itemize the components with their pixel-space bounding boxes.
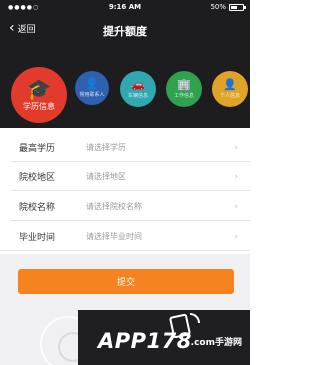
chevron-right-icon: › xyxy=(234,142,238,153)
step-label: 车辆信息 xyxy=(127,92,148,99)
step-work[interactable]: 🏢 工作信息 xyxy=(166,71,202,107)
field-label: 最高学历 xyxy=(19,144,56,154)
education-form: 最高学历 请选择学历 › 院校地区 请选择地区 › 院校名称 请选择院校名称 ›… xyxy=(0,128,250,254)
battery-nub xyxy=(244,6,246,9)
field-label: 院校名称 xyxy=(19,203,56,213)
building-icon: 🏢 xyxy=(177,77,191,91)
field-label: 毕业时间 xyxy=(19,233,56,243)
battery-icon xyxy=(229,4,244,11)
person-icon: 👤 xyxy=(223,77,237,91)
page-title: 提升额度 xyxy=(103,25,147,38)
step-contacts[interactable]: 👤 常用联系人 xyxy=(75,71,109,105)
nav-bar: ‹ 返回 提升额度 xyxy=(0,16,250,44)
watermark-text: APP178 xyxy=(98,329,192,353)
status-bar: ●●●●○ 9:16 AM 50% xyxy=(0,0,250,16)
school-select[interactable]: 请选择院校名称 xyxy=(86,201,142,212)
signal-waves-icon xyxy=(190,313,200,323)
step-label: 个人信息 xyxy=(219,92,240,99)
watermark-subtext: .com手游网 xyxy=(190,338,242,348)
form-row-region[interactable]: 院校地区 请选择地区 › xyxy=(0,162,250,191)
field-label: 院校地区 xyxy=(19,173,56,183)
step-label: 常用联系人 xyxy=(79,91,105,98)
step-label: 学历信息 xyxy=(23,101,55,111)
degree-select[interactable]: 请选择学历 xyxy=(86,142,126,153)
contact-icon: 👤 xyxy=(85,76,99,90)
step-vehicle[interactable]: 🚗 车辆信息 xyxy=(120,71,156,107)
graduation-select[interactable]: 请选择毕业时间 xyxy=(86,231,142,242)
step-selector: 🎓 学历信息 👤 常用联系人 🚗 车辆信息 🏢 工作信息 👤 个人信息 xyxy=(0,50,250,128)
submit-button[interactable]: 提交 xyxy=(18,269,234,294)
step-education[interactable]: 🎓 学历信息 xyxy=(11,67,67,123)
chevron-right-icon: › xyxy=(234,201,238,212)
watermark-logo: APP178 .com手游网 xyxy=(78,310,250,365)
region-select[interactable]: 请选择地区 xyxy=(86,171,126,182)
battery-percentage: 50% xyxy=(210,3,226,11)
step-personal[interactable]: 👤 个人信息 xyxy=(212,71,248,107)
graduation-cap-icon: 🎓 xyxy=(26,76,52,101)
form-row-degree[interactable]: 最高学历 请选择学历 › xyxy=(0,133,250,162)
car-icon: 🚗 xyxy=(131,77,145,91)
form-row-school[interactable]: 院校名称 请选择院校名称 › xyxy=(0,192,250,221)
chevron-right-icon: › xyxy=(234,231,238,242)
header-area: ●●●●○ 9:16 AM 50% ‹ 返回 提升额度 🎓 学历信息 👤 常用联… xyxy=(0,0,250,128)
form-row-graduation[interactable]: 毕业时间 请选择毕业时间 › xyxy=(0,222,250,251)
chevron-right-icon: › xyxy=(234,171,238,182)
step-label: 工作信息 xyxy=(173,92,194,99)
